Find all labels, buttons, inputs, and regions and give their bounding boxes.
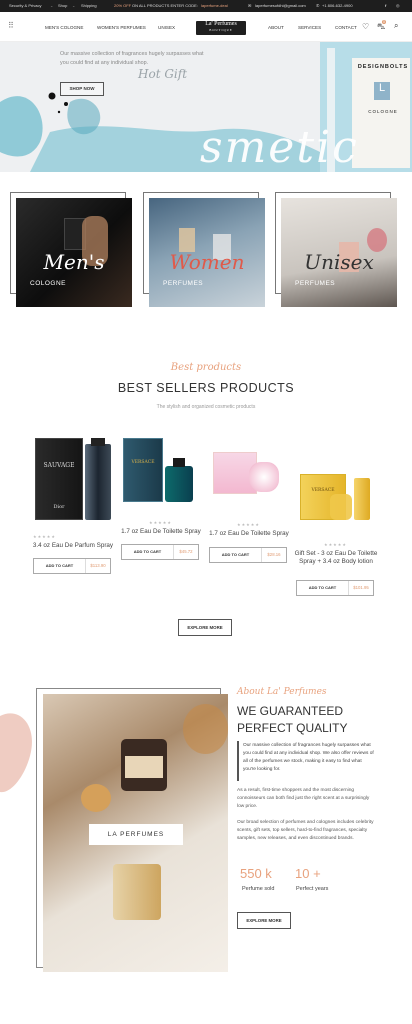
stat-perfume-sold-value: 550 k [240, 866, 272, 881]
category-script-mens: Men's [43, 250, 105, 274]
product-image: SAUVAGE Dior [33, 436, 113, 521]
hero-banner: Our massive collection of fragrances hug… [0, 42, 412, 172]
quote-bar [237, 741, 239, 781]
category-label-women: PERFUMES [163, 280, 204, 287]
phone-icon: ✆ [316, 3, 320, 8]
promo-percent: 20% OFF [114, 3, 132, 8]
heart-icon[interactable]: ♡ [362, 22, 369, 31]
bestsellers-subtitle: The stylish and organized cosmetic produ… [156, 404, 256, 410]
product-brand: VERSACE [131, 460, 155, 465]
product-price: $101.95 [353, 585, 369, 590]
nav-mens-cologne[interactable]: MEN'S COLOGNE [45, 25, 83, 30]
promo-text: ON ALL PRODUCTS ENTER CODE: [132, 3, 198, 8]
logo-main: La' Perfumes [205, 21, 237, 27]
phone-link[interactable]: +1 806-632-4900 [322, 3, 353, 8]
category-label-unisex: PERFUMES [295, 280, 336, 287]
add-to-cart-button[interactable]: ADD TO CART [210, 548, 262, 562]
rating-stars: ★★★★★ [237, 522, 260, 527]
about-badge: LA PERFUMES [89, 824, 183, 845]
mail-icon: ✉ [248, 3, 252, 8]
link-shipping[interactable]: Shipping [81, 3, 97, 8]
about-quote: Our massive collection of fragrances hug… [243, 743, 374, 772]
facebook-icon[interactable]: f [385, 3, 386, 8]
product-brand: VERSACE [311, 488, 335, 493]
box-brand: DESIGNBOLTS [357, 64, 409, 70]
product-price: $113.90 [90, 563, 106, 568]
add-to-cart-button[interactable]: ADD TO CART [297, 581, 349, 595]
rating-stars: ★★★★★ [33, 534, 56, 539]
product-name[interactable]: Gift Set - 3 oz Eau De Toilette Spray + … [294, 550, 378, 566]
search-icon[interactable]: ⌕ [394, 21, 398, 31]
box-letter: L [378, 82, 386, 94]
shop-now-button[interactable]: SHOP NOW [60, 82, 104, 96]
product-brand: SAUVAGE [43, 462, 75, 469]
nav-about[interactable]: ABOUT [268, 25, 284, 30]
product-price: $45.72 [179, 549, 193, 554]
cart-count-badge: 0 [382, 20, 386, 24]
category-women[interactable]: Women PERFUMES [143, 192, 265, 307]
chevron-down-icon: ⌄ [72, 3, 76, 8]
top-bar: Security & Privacy ⌄ Shop ⌄ Shipping 20%… [0, 0, 412, 12]
hero-script: Hot Gift [138, 67, 188, 81]
add-to-cart-button[interactable]: ADD TO CART [34, 559, 86, 573]
promo-code: laperfume-deal [201, 3, 228, 8]
instagram-icon[interactable]: ◎ [396, 3, 400, 8]
nav-contact[interactable]: CONTACT [335, 25, 357, 30]
chevron-down-icon: ⌄ [50, 3, 54, 8]
stat-years-value: 10 + [295, 866, 321, 881]
about-script: About La' Perfumes [237, 687, 327, 697]
product-image [209, 436, 289, 521]
bestsellers-title: BEST SELLERS PRODUCTS [117, 381, 295, 395]
category-mens[interactable]: Men's COLOGNE [10, 192, 132, 307]
product-maker: Dior [53, 504, 65, 510]
cart-row: ADD TO CART $28.16 [209, 547, 287, 563]
product-name[interactable]: 1.7 oz Eau De Toilette Spray [119, 528, 203, 536]
about-title-line1: WE GUARANTEED [237, 704, 344, 718]
about-explore-button[interactable]: EXPLORE MORE [237, 912, 291, 929]
category-script-women: Women [169, 250, 245, 274]
cart-row: ADD TO CART $101.95 [296, 580, 374, 596]
site-logo[interactable]: La' Perfumes BOUTIQUE [196, 21, 246, 35]
stat-years-label: Perfect years [296, 886, 329, 892]
product-price: $28.16 [267, 552, 281, 557]
about-title-line2: PERFECT QUALITY [237, 721, 348, 735]
product-image: VERSACE [121, 436, 201, 521]
category-script-unisex: Unisex [304, 250, 374, 274]
explore-more-button[interactable]: EXPLORE MORE [178, 619, 232, 636]
bestsellers-script: Best products [170, 362, 242, 373]
category-unisex[interactable]: Unisex PERFUMES [275, 192, 397, 307]
cart-row: ADD TO CART $113.90 [33, 558, 111, 574]
grid-menu-icon[interactable]: ⠿ [8, 21, 14, 30]
link-shop[interactable]: Shop [58, 3, 67, 8]
logo-sub: BOUTIQUE [209, 28, 233, 32]
link-security[interactable]: Security & Privacy [9, 3, 41, 8]
product-name[interactable]: 1.7 oz Eau De Toilette Spray [207, 530, 291, 538]
email-link[interactable]: laperfumesofdhi@gmail.com [255, 3, 306, 8]
hero-big-word: smetic [200, 122, 359, 172]
rating-stars: ★★★★★ [324, 542, 347, 547]
decor-brush [0, 713, 32, 793]
hero-tagline: Our massive collection of fragrances hug… [60, 51, 204, 66]
category-label-mens: COLOGNE [30, 280, 67, 287]
about-para1: As a result, first-time shoppers and the… [237, 788, 370, 809]
box-sub: COLOGNE [368, 109, 398, 114]
product-name[interactable]: 3.4 oz Eau De Parfum Spray [31, 542, 115, 550]
add-to-cart-button[interactable]: ADD TO CART [122, 545, 174, 559]
nav-services[interactable]: SERVICES [298, 25, 321, 30]
rating-stars: ★★★★★ [149, 520, 172, 525]
cart-row: ADD TO CART $45.72 [121, 544, 199, 560]
stat-perfume-sold-label: Perfume sold [242, 886, 275, 892]
nav-unisex[interactable]: UNISEX [158, 25, 175, 30]
nav-womens-perfumes[interactable]: WOMEN'S PERFUMES [97, 25, 146, 30]
about-para2: Our broad selection of perfumes and colo… [237, 820, 374, 841]
product-image: VERSACE [296, 436, 378, 521]
